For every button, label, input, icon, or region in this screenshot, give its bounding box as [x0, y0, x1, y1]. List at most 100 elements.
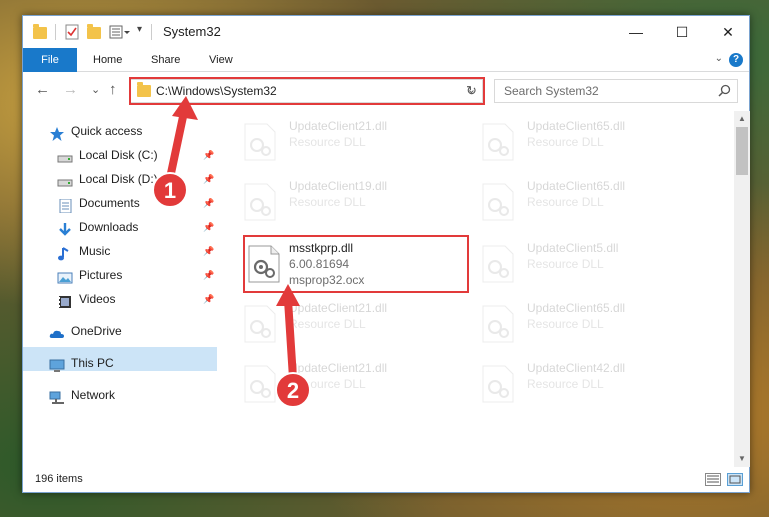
drive-icon — [57, 173, 73, 187]
expand-ribbon-icon[interactable]: ⌄ — [715, 53, 723, 64]
sidebar-item-documents[interactable]: Documents 📌 — [57, 191, 237, 215]
sidebar-item-label: Quick access — [71, 124, 143, 138]
properties-icon[interactable] — [65, 24, 79, 40]
address-highlight-box — [129, 77, 485, 105]
details-view-icon[interactable] — [705, 473, 721, 486]
file-item[interactable]: UpdateClient21.dll Resource DLL — [241, 359, 471, 415]
sidebar-item-pictures[interactable]: Pictures 📌 — [57, 263, 237, 287]
file-type: Resource DLL — [527, 317, 604, 331]
file-name: UpdateClient65.dll — [527, 301, 626, 315]
explorer-window: ▾ System32 — ☐ ✕ File Home Share View ⌄ … — [22, 15, 750, 493]
qat-dropdown-icon[interactable]: ▾ — [137, 24, 142, 40]
sidebar-item-label: This PC — [71, 356, 114, 370]
computer-icon — [49, 357, 65, 372]
dll-file-icon — [481, 245, 515, 283]
pin-icon[interactable]: 📌 — [203, 263, 214, 287]
file-name: UpdateClient42.dll — [527, 361, 626, 375]
tab-view[interactable]: View — [199, 48, 243, 72]
file-name: UpdateClient5.dll — [527, 241, 619, 255]
sidebar-item-onedrive[interactable]: OneDrive — [49, 319, 122, 343]
star-icon — [49, 125, 65, 141]
vertical-scrollbar[interactable]: ▲ ▼ — [734, 111, 750, 467]
sidebar-item-label: Local Disk (D:) — [79, 172, 158, 186]
new-folder-icon[interactable] — [87, 24, 101, 40]
dll-file-icon — [481, 365, 515, 403]
sidebar-item-downloads[interactable]: Downloads 📌 — [57, 215, 237, 239]
recent-locations-button[interactable]: ⌄ — [91, 83, 100, 96]
music-icon — [57, 245, 73, 261]
sidebar-item-label: Downloads — [79, 220, 139, 234]
sidebar-item-label: OneDrive — [71, 324, 122, 338]
sidebar-item-label: Pictures — [79, 268, 123, 282]
up-button[interactable]: ↑ — [109, 81, 117, 98]
file-item[interactable]: UpdateClient21.dll Resource DLL — [241, 117, 471, 173]
pin-icon[interactable]: 📌 — [203, 239, 214, 263]
videos-icon — [57, 293, 73, 308]
file-name: UpdateClient21.dll — [289, 119, 388, 133]
sidebar-item-quick-access[interactable]: Quick access — [49, 119, 142, 143]
sidebar-item-label: Network — [71, 388, 116, 402]
ribbon-tabs: File Home Share View ⌄ ? — [23, 48, 749, 72]
file-highlight-box — [243, 235, 469, 293]
file-name: UpdateClient21.dll — [289, 361, 388, 375]
search-icon[interactable] — [718, 84, 731, 100]
drive-icon — [57, 149, 73, 163]
file-name: UpdateClient65.dll — [527, 119, 626, 133]
file-item[interactable]: UpdateClient5.dll Resource DLL — [479, 239, 709, 295]
pin-icon[interactable]: 📌 — [203, 143, 214, 167]
file-type: Resource DLL — [527, 377, 604, 391]
separator — [55, 24, 56, 40]
pin-icon[interactable]: 📌 — [203, 287, 214, 311]
folder-icon — [33, 24, 47, 40]
separator — [151, 24, 152, 40]
file-item[interactable]: UpdateClient65.dll Resource DLL — [479, 299, 709, 355]
tab-share[interactable]: Share — [141, 48, 190, 72]
scroll-down-arrow-icon[interactable]: ▼ — [734, 451, 750, 467]
customize-qat-icon[interactable] — [109, 24, 131, 40]
back-button[interactable]: ← — [35, 81, 50, 98]
tab-home[interactable]: Home — [83, 48, 132, 72]
downloads-icon — [57, 221, 73, 236]
sidebar-item-music[interactable]: Music 📌 — [57, 239, 237, 263]
sidebar-item-videos[interactable]: Videos 📌 — [57, 287, 237, 311]
large-icons-view-icon[interactable] — [727, 473, 743, 486]
dll-file-icon — [243, 183, 277, 221]
tab-file[interactable]: File — [23, 48, 77, 72]
pin-icon[interactable]: 📌 — [203, 191, 214, 215]
file-name: UpdateClient65.dll — [527, 179, 626, 193]
file-type: Resource DLL — [527, 195, 604, 209]
search-input[interactable]: Search System32 — [494, 79, 738, 103]
sidebar-item-this-pc[interactable]: This PC — [49, 351, 114, 375]
cloud-icon — [49, 325, 65, 339]
close-button[interactable]: ✕ — [705, 16, 751, 48]
file-name: UpdateClient21.dll — [289, 301, 388, 315]
pictures-icon — [57, 269, 73, 284]
file-item[interactable]: UpdateClient65.dll Resource DLL — [479, 177, 709, 233]
sidebar-item-label: Documents — [79, 196, 140, 210]
search-placeholder: Search System32 — [504, 84, 599, 98]
dll-file-icon — [481, 305, 515, 343]
forward-button[interactable]: → — [63, 81, 78, 98]
pin-icon[interactable]: 📌 — [203, 167, 214, 191]
help-button[interactable]: ? — [729, 53, 743, 67]
file-type: Resource DLL — [289, 317, 366, 331]
network-icon — [49, 389, 65, 404]
sidebar-item-local-disk-d[interactable]: Local Disk (D:) 📌 — [57, 167, 237, 191]
sidebar-item-local-disk-c[interactable]: Local Disk (C:) 📌 — [57, 143, 237, 167]
maximize-button[interactable]: ☐ — [659, 16, 705, 48]
minimize-button[interactable]: — — [613, 16, 659, 48]
file-name: UpdateClient19.dll — [289, 179, 388, 193]
file-item[interactable]: UpdateClient19.dll Resource DLL — [241, 177, 471, 233]
sidebar-item-label: Local Disk (C:) — [79, 148, 158, 162]
sidebar-item-network[interactable]: Network — [49, 383, 115, 407]
file-type: Resource DLL — [527, 135, 604, 149]
pin-icon[interactable]: 📌 — [203, 215, 214, 239]
file-item[interactable]: UpdateClient65.dll Resource DLL — [479, 117, 709, 173]
scroll-thumb[interactable] — [736, 127, 748, 175]
navigation-pane: Quick access Local Disk (C:) 📌 Local Dis… — [23, 111, 217, 461]
file-item[interactable]: UpdateClient42.dll Resource DLL — [479, 359, 709, 415]
navigation-bar: ← → ⌄ ↑ C:\Windows\System32 ⌄ ↻ Search S… — [23, 73, 749, 107]
file-item[interactable]: UpdateClient21.dll Resource DLL — [241, 299, 471, 355]
title-bar: ▾ System32 — ☐ ✕ — [23, 16, 749, 48]
scroll-up-arrow-icon[interactable]: ▲ — [734, 111, 750, 127]
